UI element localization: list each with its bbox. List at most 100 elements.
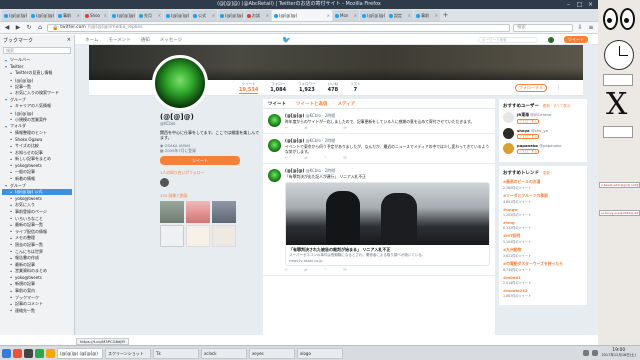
profile-handle[interactable]: @KCblo bbox=[160, 121, 260, 126]
bookmark-item[interactable]: • yoko@tweets bbox=[2, 195, 72, 202]
tab-replies[interactable]: ツイートと返信 bbox=[296, 101, 328, 107]
tweet[interactable]: (@[@]@) @KCblo · 2時間 昨年度からのサイトが一応しましたので、記… bbox=[263, 109, 495, 134]
reply-icon[interactable]: ↩ bbox=[285, 125, 288, 130]
reply-icon[interactable]: ↩ bbox=[285, 267, 288, 272]
browser-tab[interactable]: 事前 × bbox=[414, 10, 440, 21]
bookmark-item[interactable]: • 記事一覧 bbox=[2, 83, 72, 90]
reply-icon[interactable]: ↩ bbox=[285, 155, 288, 160]
tweet-author[interactable]: (@[@]@) bbox=[285, 168, 304, 173]
bookmark-item[interactable]: • yoko@tweets bbox=[2, 275, 72, 282]
nav-home[interactable]: ホーム bbox=[85, 37, 98, 43]
taskbar-task[interactable]: (@[@]@) (@[@]@) bbox=[57, 347, 103, 359]
browser-tab[interactable]: (@[@]@)× bbox=[272, 10, 332, 21]
taskbar-task[interactable]: xclock bbox=[201, 347, 247, 359]
xclock-widget[interactable] bbox=[604, 40, 634, 70]
bookmark-folder[interactable]: ▾ Twitter bbox=[2, 64, 72, 71]
twitter-bird-icon[interactable]: 🐦 bbox=[282, 36, 291, 44]
tweet-avatar[interactable] bbox=[268, 114, 281, 127]
tab-close-icon[interactable]: × bbox=[408, 13, 411, 18]
tweet[interactable]: (@[@]@) @KCblo · 2時間 「有罪判決が出た証人が連行」 リニア入札… bbox=[263, 164, 495, 276]
browser-tab[interactable]: Shoo × bbox=[83, 10, 109, 21]
bookmark-item[interactable]: • 営業資料のまとめ bbox=[2, 268, 72, 275]
taskbar-task[interactable]: スクリーンショット bbox=[105, 347, 151, 359]
tab-media[interactable]: メディア bbox=[338, 101, 356, 107]
trend-item[interactable]: #ungw 1,203件のツイート bbox=[503, 207, 583, 217]
browser-tab[interactable]: (@[@]@)× bbox=[110, 10, 136, 21]
browser-tab[interactable]: 公式 × bbox=[191, 10, 217, 21]
browser-tab[interactable]: (@[@]@)× bbox=[29, 10, 55, 21]
tweet-avatar[interactable] bbox=[268, 169, 281, 182]
new-tab-button[interactable]: + bbox=[441, 10, 450, 21]
message-icon[interactable]: ✉ bbox=[343, 267, 346, 272]
tab-close-icon[interactable]: × bbox=[212, 13, 215, 18]
known-follower-avatar[interactable] bbox=[160, 178, 169, 187]
desktop-note[interactable]: x-tweet-addr@gn@.net@@ bbox=[599, 182, 640, 188]
like-icon[interactable]: ♡ bbox=[324, 267, 328, 272]
user-avatar[interactable] bbox=[503, 112, 514, 123]
tab-close-icon[interactable]: × bbox=[158, 13, 161, 18]
media-thumb[interactable] bbox=[212, 225, 236, 247]
tweet-avatar[interactable] bbox=[268, 139, 281, 152]
nav-messages[interactable]: メッセージ bbox=[160, 37, 182, 43]
user-avatar[interactable] bbox=[503, 143, 514, 154]
account-avatar[interactable] bbox=[548, 36, 554, 43]
link-card[interactable]: 「有罪判決された被告の裁判が始まる」 リニア入札不正 スーパーゼネコンの事件は長期… bbox=[285, 182, 490, 266]
retweet-icon[interactable]: ⇄ bbox=[304, 125, 307, 130]
trend-item[interactable]: #mooto242 1,887件のツイート bbox=[503, 288, 583, 298]
profile-stat[interactable]: リスト 7 bbox=[350, 82, 361, 93]
known-followers-link[interactable]: 1人の知り合いがフォロー bbox=[160, 170, 260, 176]
bookmark-folder[interactable]: ▾ グループ bbox=[2, 97, 72, 104]
url-bar[interactable]: 🔒 twitter.com/(@[@]@)/media_replies bbox=[47, 23, 510, 32]
tab-close-icon[interactable]: × bbox=[266, 13, 269, 18]
xeyes-widget[interactable] bbox=[603, 8, 635, 30]
bookmark-item[interactable]: • 連絡先一覧 bbox=[2, 308, 72, 315]
bookmark-item[interactable]: • 記事のコメント bbox=[2, 301, 72, 308]
media-thumb[interactable] bbox=[186, 225, 210, 247]
taskbar-task[interactable]: xlogo bbox=[297, 347, 343, 359]
follow-user-button[interactable]: フォローする bbox=[517, 119, 539, 124]
bookmark-item[interactable]: • こんにちは世界 bbox=[2, 248, 72, 255]
mini-window[interactable] bbox=[603, 74, 633, 86]
tweet-author[interactable]: (@[@]@) bbox=[285, 113, 304, 118]
back-icon[interactable]: ◀ bbox=[3, 24, 11, 32]
mini-window[interactable] bbox=[603, 126, 633, 138]
retweet-icon[interactable]: ⇄ bbox=[304, 155, 307, 160]
media-thumb[interactable] bbox=[160, 225, 184, 247]
sidebar-title[interactable]: ブックマーク bbox=[3, 37, 33, 44]
trend-item[interactable]: #最高のビールのお湯 2,380件のツイート bbox=[503, 179, 583, 190]
launcher-icon[interactable] bbox=[13, 348, 22, 358]
message-icon[interactable]: ✉ bbox=[343, 155, 346, 160]
taskbar-task[interactable]: xeyes bbox=[249, 347, 295, 359]
browser-search-input[interactable]: 検索 bbox=[513, 23, 573, 32]
tab-tweets[interactable]: ツイート bbox=[268, 101, 286, 107]
nav-notifications[interactable]: 通知 bbox=[141, 37, 150, 43]
browser-tab[interactable]: Mon × bbox=[333, 10, 359, 21]
bookmark-item[interactable]: • 事前の案内 bbox=[2, 288, 72, 295]
bookmark-item[interactable]: • ブックマーク bbox=[2, 294, 72, 301]
trend-item[interactable]: #tmg 8,332件のツイート bbox=[503, 220, 583, 230]
trend-item[interactable]: #MT証明 5,104件のツイート bbox=[503, 233, 583, 244]
bookmark-item[interactable]: • いろいろなこと bbox=[2, 215, 72, 222]
who-to-follow-actions[interactable]: · 更新 · すべて表示 bbox=[541, 104, 571, 108]
tweet-author[interactable]: (@[@]@) bbox=[285, 138, 304, 143]
tweet-to-button[interactable]: ツイート bbox=[160, 156, 240, 165]
download-icon[interactable]: ⇩ bbox=[576, 24, 584, 32]
sidebar-close-icon[interactable]: × bbox=[67, 37, 71, 43]
bookmark-item[interactable]: • (@[@]@) 公式 bbox=[2, 188, 72, 196]
bookmark-item[interactable]: • お気に入りの検索ワード bbox=[2, 90, 72, 97]
compose-tweet-button[interactable]: ツイート bbox=[564, 36, 588, 43]
media-thumb[interactable] bbox=[212, 201, 236, 223]
user-name[interactable]: JR東海 bbox=[517, 112, 529, 117]
bookmark-folder[interactable]: ▾ ツールバー bbox=[2, 57, 72, 64]
like-icon[interactable]: ♡ bbox=[324, 125, 328, 130]
user-name[interactable]: shoya bbox=[517, 128, 530, 133]
files-icon[interactable] bbox=[35, 348, 44, 358]
bookmark-item[interactable]: • yoko@tweets bbox=[2, 163, 72, 170]
forward-icon[interactable]: ▶ bbox=[14, 24, 22, 32]
bookmark-item[interactable]: • メモの整理 bbox=[2, 235, 72, 242]
user-avatar[interactable] bbox=[503, 128, 514, 139]
bookmark-item[interactable]: • 事前登録のページ bbox=[2, 209, 72, 216]
trend-item[interactable]: #九州動物 3,621件のツイート bbox=[503, 247, 583, 258]
terminal-icon[interactable] bbox=[24, 348, 33, 358]
trend-item[interactable]: #ソーダとフルーツの季節 4,891件のツイート bbox=[503, 193, 583, 204]
